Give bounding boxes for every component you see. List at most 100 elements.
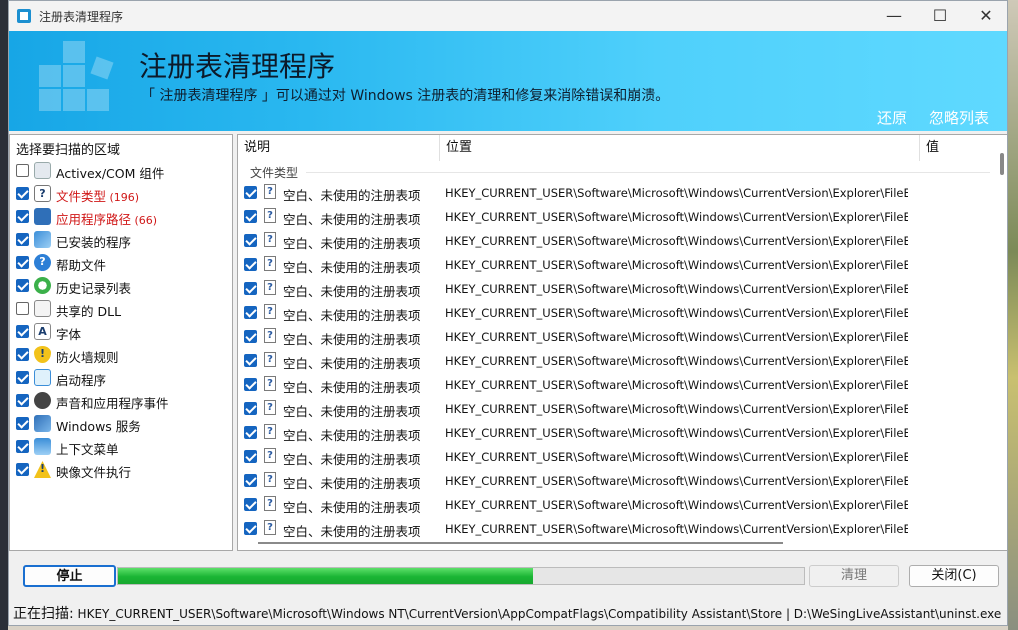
ignore-list-link[interactable]: 忽略列表 [929,107,989,128]
row-location: HKEY_CURRENT_USER\Software\Microsoft\Win… [445,354,908,368]
scan-area-checkbox[interactable] [16,348,29,361]
table-row[interactable]: ? 空白、未使用的注册表项 HKEY_CURRENT_USER\Software\M… [238,445,998,469]
row-checkbox[interactable] [244,450,257,463]
row-location: HKEY_CURRENT_USER\Software\Microsoft\Win… [445,450,908,464]
table-row[interactable]: ? 空白、未使用的注册表项 HKEY_CURRENT_USER\Software\M… [238,301,998,325]
scan-area-item[interactable]: ? 帮助文件 [14,252,229,274]
row-location: HKEY_CURRENT_USER\Software\Microsoft\Win… [445,402,908,416]
scan-area-checkbox[interactable] [16,463,29,476]
close-window-button[interactable]: ✕ [963,1,1007,31]
row-checkbox[interactable] [244,306,257,319]
desktop-background-left [0,0,8,630]
scan-area-checkbox[interactable] [16,279,29,292]
scan-area-item[interactable]: A 字体 [14,321,229,343]
scan-area-item[interactable]: ! 映像文件执行 [14,459,229,481]
scan-area-item[interactable]: 上下文菜单 [14,436,229,458]
progress-fill [118,568,534,584]
scan-area-checkbox[interactable] [16,394,29,407]
row-checkbox[interactable] [244,402,257,415]
scan-area-checkbox[interactable] [16,210,29,223]
unknown-file-icon: ? [264,472,276,487]
table-row[interactable]: ? 空白、未使用的注册表项 HKEY_CURRENT_USER\Software\M… [238,349,998,373]
column-header-desc[interactable]: 说明 [238,135,440,161]
results-table: 说明 位置 值 文件类型 ? 空白、未使用的注册表项 HKEY_CURRENT_US… [237,134,1007,551]
row-description: 空白、未使用的注册表项 [283,356,421,371]
scan-area-checkbox[interactable] [16,417,29,430]
row-checkbox[interactable] [244,282,257,295]
title-bar[interactable]: 注册表清理程序 — ☐ ✕ [9,1,1007,31]
row-checkbox[interactable] [244,474,257,487]
table-row[interactable]: ? 空白、未使用的注册表项 HKEY_CURRENT_USER\Software\M… [238,493,998,517]
unknown-file-icon: ? [264,520,276,535]
scan-area-checkbox[interactable] [16,233,29,246]
row-checkbox[interactable] [244,498,257,511]
scan-area-label-text: 历史记录列表 [56,281,132,296]
column-header-location[interactable]: 位置 [440,135,920,161]
maximize-button[interactable]: ☐ [917,1,963,31]
scan-area-item[interactable]: 已安装的程序 [14,229,229,251]
row-checkbox[interactable] [244,186,257,199]
row-checkbox[interactable] [244,378,257,391]
horizontal-scrollbar[interactable] [258,542,783,544]
clean-button[interactable]: 清理 [809,565,899,587]
table-row[interactable]: ? 空白、未使用的注册表项 HKEY_CURRENT_USER\Software\M… [238,229,998,253]
scan-area-label-text: 启动程序 [56,373,107,388]
warning-icon: ! [34,461,51,478]
table-row[interactable]: ? 空白、未使用的注册表项 HKEY_CURRENT_USER\Software\M… [238,517,998,541]
table-row[interactable]: ? 空白、未使用的注册表项 HKEY_CURRENT_USER\Software\M… [238,421,998,445]
table-row[interactable]: ? 空白、未使用的注册表项 HKEY_CURRENT_USER\Software\M… [238,181,998,205]
scan-area-item[interactable]: 共享的 DLL [14,298,229,320]
table-row[interactable]: ? 空白、未使用的注册表项 HKEY_CURRENT_USER\Software\M… [238,253,998,277]
scan-area-checkbox[interactable] [16,187,29,200]
unknown-file-icon: ? [264,208,276,223]
table-row[interactable]: ? 空白、未使用的注册表项 HKEY_CURRENT_USER\Software\M… [238,325,998,349]
activex-icon [34,162,51,179]
row-checkbox[interactable] [244,354,257,367]
scan-area-item[interactable]: 启动程序 [14,367,229,389]
scan-area-item[interactable]: ? 文件类型 (196) [14,183,229,205]
row-location: HKEY_CURRENT_USER\Software\Microsoft\Win… [445,522,908,536]
desktop-background-right [1008,0,1018,630]
scan-area-count: (196) [106,191,140,204]
scan-area-checkbox[interactable] [16,440,29,453]
scan-area-checkbox[interactable] [16,302,29,315]
table-row[interactable]: ? 空白、未使用的注册表项 HKEY_CURRENT_USER\Software\M… [238,277,998,301]
stop-button[interactable]: 停止 [23,565,116,587]
row-checkbox[interactable] [244,234,257,247]
vertical-scrollbar[interactable] [1000,153,1004,175]
scan-area-item[interactable]: 历史记录列表 [14,275,229,297]
table-row[interactable]: ? 空白、未使用的注册表项 HKEY_CURRENT_USER\Software\M… [238,373,998,397]
scan-area-checkbox[interactable] [16,371,29,384]
row-description: 空白、未使用的注册表项 [283,500,421,515]
scan-area-item[interactable]: 声音和应用程序事件 [14,390,229,412]
unknown-file-icon: ? [264,496,276,511]
scan-area-checkbox[interactable] [16,256,29,269]
scan-area-checkbox[interactable] [16,164,29,177]
row-checkbox[interactable] [244,522,257,535]
row-description: 空白、未使用的注册表项 [283,308,421,323]
row-description: 空白、未使用的注册表项 [283,188,421,203]
scan-area-label-text: 已安装的程序 [56,235,132,250]
context-menu-icon [34,438,51,455]
scan-area-label-text: Activex/COM 组件 [56,166,165,181]
banner-subtitle: 「 注册表清理程序 」可以通过对 Windows 注册表的清理和修复来消除错误和… [141,88,670,104]
scan-area-checkbox[interactable] [16,325,29,338]
row-checkbox[interactable] [244,258,257,271]
table-row[interactable]: ? 空白、未使用的注册表项 HKEY_CURRENT_USER\Software\M… [238,397,998,421]
scan-area-item[interactable]: ! 防火墙规则 [14,344,229,366]
column-header-value[interactable]: 值 [920,135,996,161]
table-row[interactable]: ? 空白、未使用的注册表项 HKEY_CURRENT_USER\Software\M… [238,469,998,493]
scan-area-item[interactable]: Activex/COM 组件 [14,160,229,182]
scan-area-item[interactable]: 应用程序路径 (66) [14,206,229,228]
row-checkbox[interactable] [244,426,257,439]
minimize-button[interactable]: — [871,1,917,31]
table-row[interactable]: ? 空白、未使用的注册表项 HKEY_CURRENT_USER\Software\M… [238,205,998,229]
scan-area-label: 帮助文件 [56,255,106,274]
row-checkbox[interactable] [244,330,257,343]
scan-area-item[interactable]: Windows 服务 [14,413,229,435]
close-button[interactable]: 关闭(C) [909,565,999,587]
row-description: 空白、未使用的注册表项 [283,452,421,467]
banner-title: 注册表清理程序 [139,50,336,83]
row-checkbox[interactable] [244,210,257,223]
restore-link[interactable]: 还原 [877,107,907,128]
